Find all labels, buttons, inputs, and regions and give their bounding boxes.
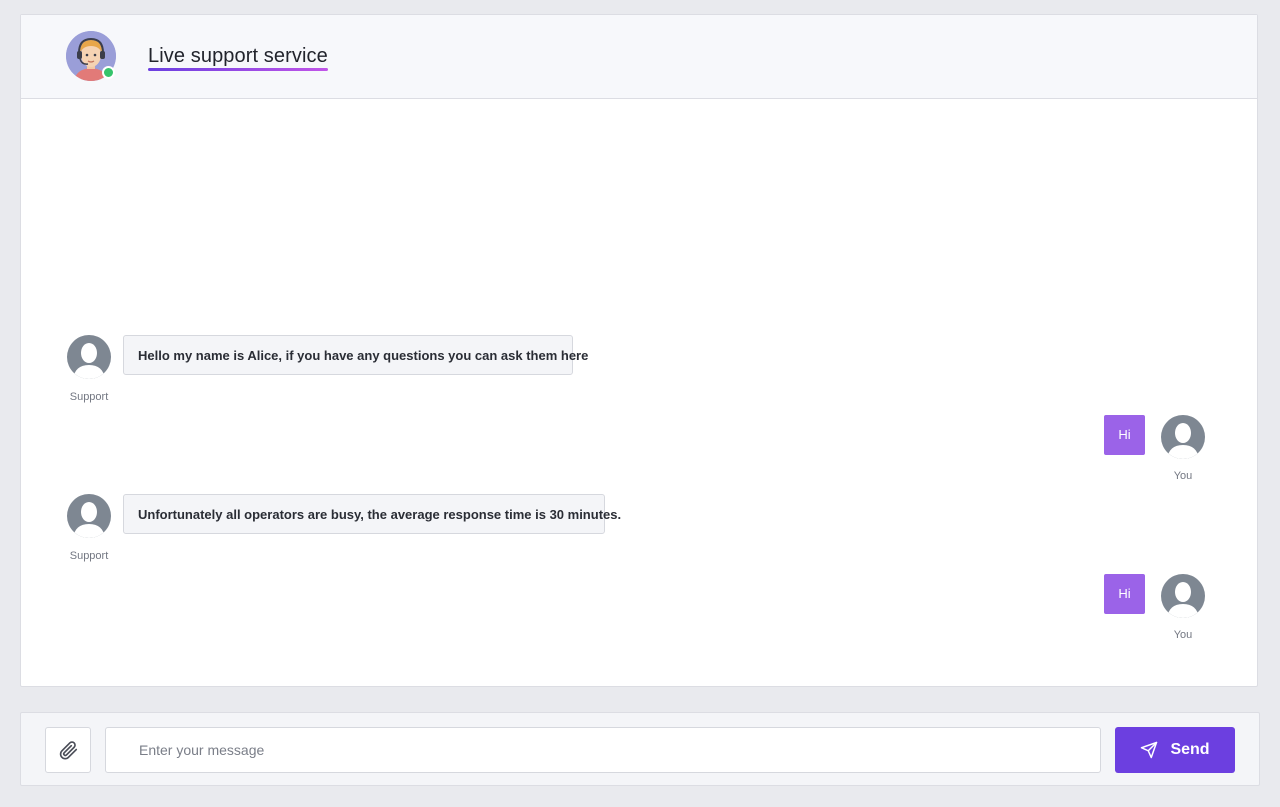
user-silhouette-icon	[1167, 582, 1199, 618]
send-button[interactable]: Send	[1115, 727, 1235, 773]
chat-header: Live support service	[21, 15, 1257, 99]
user-silhouette-icon	[73, 343, 105, 379]
attach-button[interactable]	[45, 727, 91, 773]
message-input[interactable]	[105, 727, 1101, 773]
title-underline	[148, 68, 328, 71]
paper-plane-icon	[1141, 741, 1158, 759]
send-button-label: Send	[1170, 741, 1210, 758]
outgoing-message: Hi	[1104, 415, 1145, 455]
online-status-dot	[102, 66, 115, 79]
message-sender-label: You	[1173, 629, 1193, 641]
user-avatar	[1161, 574, 1205, 618]
message-sender-label: Support	[69, 391, 109, 403]
support-avatar	[67, 494, 111, 538]
incoming-message: Unfortunately all operators are busy, th…	[123, 494, 621, 534]
message-composer: Send	[20, 712, 1260, 786]
message-sender-label: You	[1173, 470, 1193, 482]
user-avatar	[1161, 415, 1205, 459]
user-silhouette-icon	[73, 502, 105, 538]
support-avatar	[67, 335, 111, 379]
user-silhouette-icon	[1167, 423, 1199, 459]
message-sender-label: Support	[69, 550, 109, 562]
chat-panel: Live support service Support Hello my na…	[20, 14, 1258, 687]
page-title: Live support service	[148, 45, 328, 67]
outgoing-message: Hi	[1104, 574, 1145, 614]
paperclip-icon	[59, 741, 78, 760]
incoming-message: Hello my name is Alice, if you have any …	[123, 335, 588, 375]
